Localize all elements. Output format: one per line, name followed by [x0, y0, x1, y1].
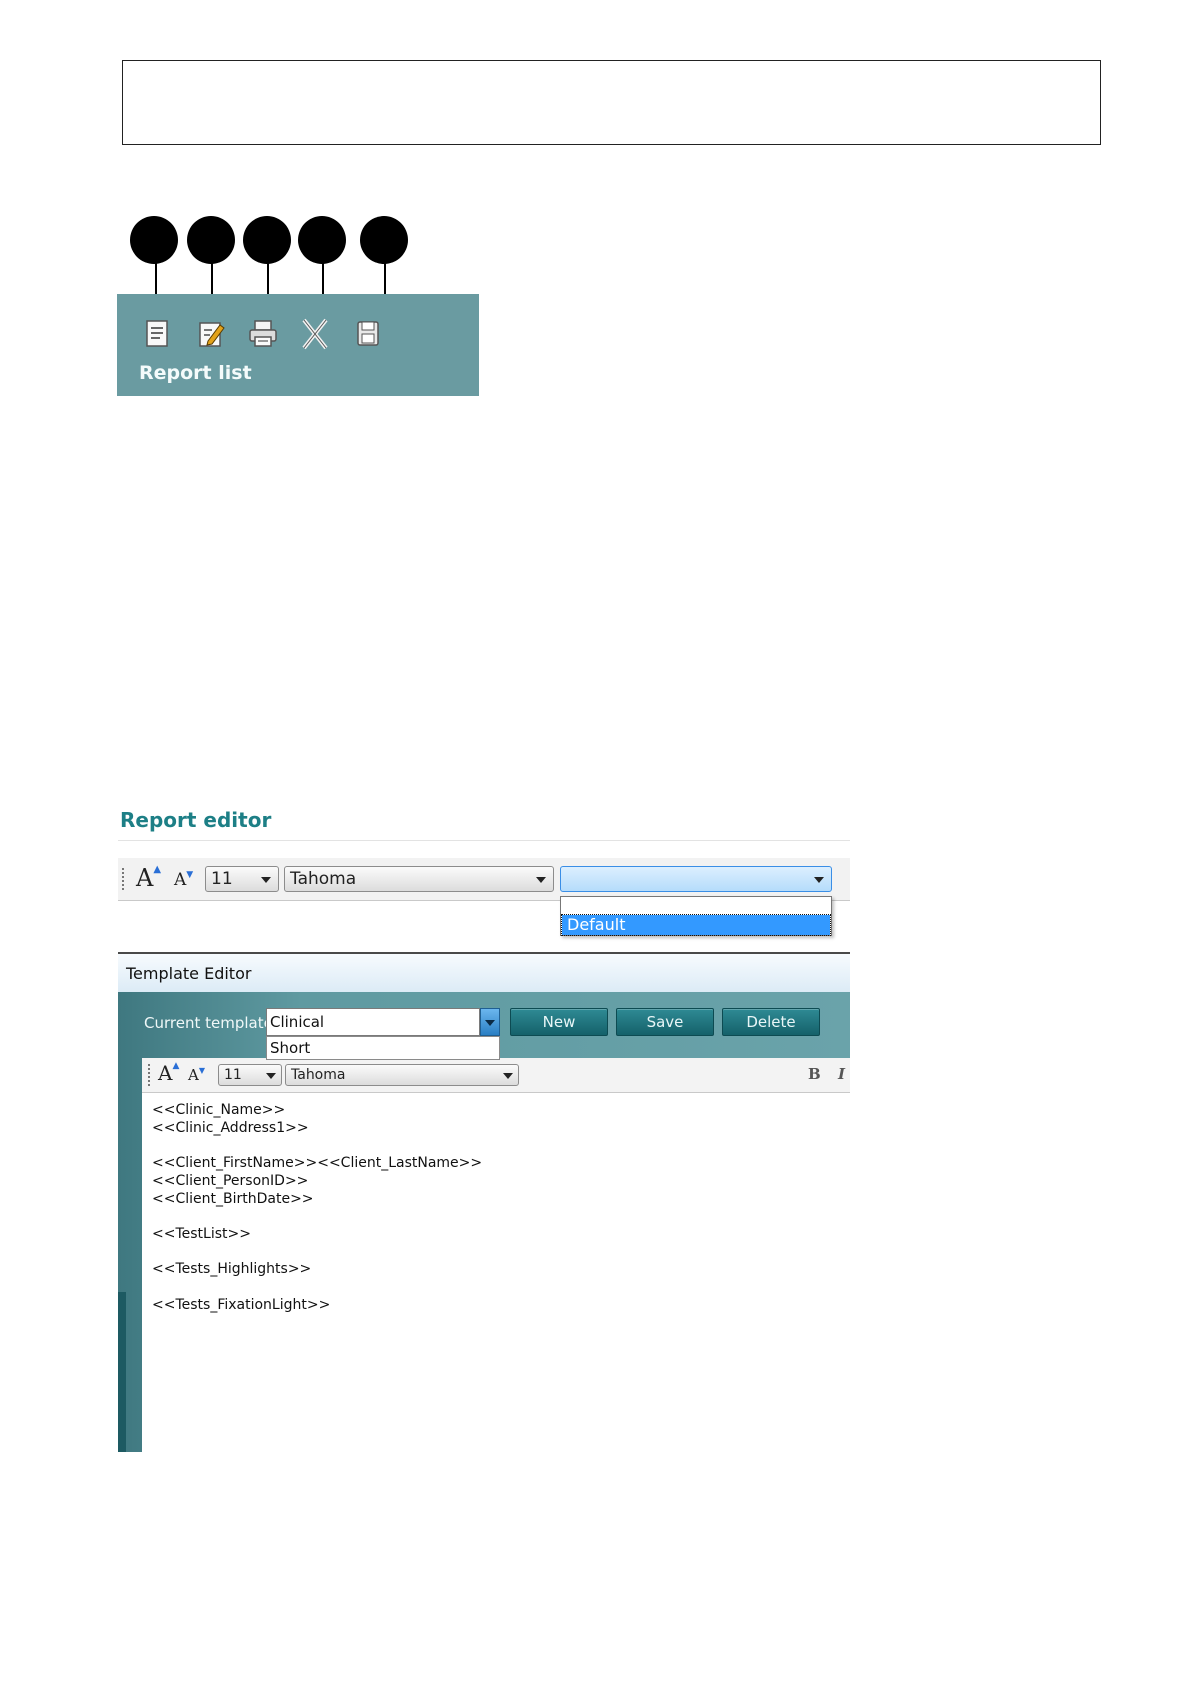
new-template-button[interactable]: New: [510, 1008, 608, 1036]
chevron-down-icon: [814, 877, 824, 883]
toolbar-grip[interactable]: [122, 868, 126, 890]
style-select[interactable]: [560, 866, 832, 892]
current-template-label: Current template: [144, 1014, 273, 1032]
current-template-input[interactable]: Clinical: [266, 1008, 480, 1036]
save-report-icon[interactable]: [350, 316, 386, 352]
template-line: <<Client_PersonID>>: [152, 1172, 309, 1189]
template-line: [152, 1137, 482, 1155]
report-list-panel: Report list: [117, 294, 479, 396]
bold-button[interactable]: B: [808, 1065, 821, 1083]
template-line: <<TestList>>: [152, 1225, 251, 1242]
template-content[interactable]: <<Clinic_Name>> <<Clinic_Address1>> <<Cli…: [152, 1102, 482, 1314]
template-editor-toolbar: A▲ A▼ 11 Tahoma B I: [142, 1058, 850, 1093]
edit-report-icon[interactable]: [193, 316, 229, 352]
window-edge: [118, 1292, 126, 1452]
template-option-short[interactable]: Short: [270, 1039, 310, 1057]
template-line: [152, 1208, 482, 1226]
template-dropdown-list: Short: [266, 1036, 500, 1060]
font-size-select[interactable]: 11: [218, 1064, 282, 1086]
template-line: <<Clinic_Name>>: [152, 1102, 286, 1118]
chevron-down-icon: [536, 877, 546, 883]
decrease-font-icon[interactable]: A▼: [174, 870, 193, 890]
report-editor-toolbar: A▲ A▼ 11 Tahoma: [118, 858, 850, 901]
template-line: <<Clinic_Address1>>: [152, 1119, 309, 1136]
font-name-select[interactable]: Tahoma: [284, 866, 554, 892]
new-report-icon[interactable]: [139, 316, 175, 352]
template-line: <<Tests_Highlights>>: [152, 1261, 312, 1278]
template-editor-titlebar[interactable]: Template Editor: [118, 952, 850, 992]
style-option-default[interactable]: Default: [561, 914, 831, 936]
delete-template-button[interactable]: Delete: [722, 1008, 820, 1036]
increase-font-icon[interactable]: A▲: [136, 864, 161, 892]
report-list-title: Report list: [139, 362, 252, 384]
increase-font-icon[interactable]: A▲: [158, 1061, 179, 1085]
chevron-down-icon: [485, 1020, 495, 1026]
window-title: Template Editor: [126, 964, 252, 983]
font-name-select[interactable]: Tahoma: [285, 1064, 519, 1086]
save-template-button[interactable]: Save: [616, 1008, 714, 1036]
template-editor-body: Current template Clinical New Save Delet…: [118, 992, 850, 1452]
decrease-font-icon[interactable]: A▼: [188, 1066, 205, 1084]
template-line: [152, 1244, 482, 1262]
template-line: <<Client_BirthDate>>: [152, 1190, 314, 1207]
style-dropdown-list: Default: [560, 896, 832, 936]
chevron-down-icon: [261, 877, 271, 883]
template-text-editor: A▲ A▼ 11 Tahoma B I <<Clinic_Name>> <<Cli…: [142, 1058, 850, 1452]
chevron-down-icon: [266, 1073, 276, 1079]
font-size-select[interactable]: 11: [205, 866, 279, 892]
italic-button[interactable]: I: [838, 1065, 845, 1083]
report-editor-title: Report editor: [120, 808, 272, 832]
print-report-icon[interactable]: [245, 316, 281, 352]
template-line: [152, 1279, 482, 1297]
template-line: <<Client_FirstName>><<Client_LastName>>: [152, 1155, 483, 1172]
template-line: <<Tests_FixationLight>>: [152, 1296, 331, 1313]
callout-marker-1: [130, 216, 178, 264]
template-editor-window: Template Editor Current template Clinica…: [118, 952, 850, 1452]
title-divider: [118, 840, 850, 841]
template-dropdown-button[interactable]: [480, 1008, 500, 1036]
chevron-down-icon: [503, 1073, 513, 1079]
delete-report-icon[interactable]: [297, 316, 333, 352]
toolbar-grip[interactable]: [148, 1064, 152, 1086]
header-box: [122, 60, 1101, 145]
